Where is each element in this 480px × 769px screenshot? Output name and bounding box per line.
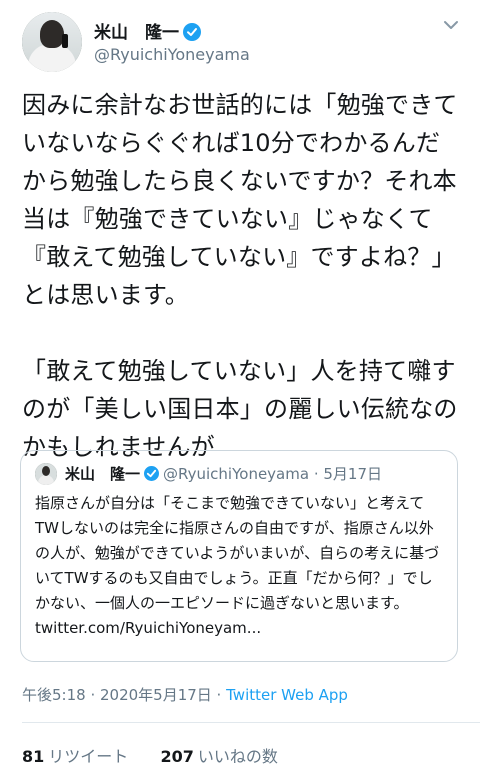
likes-count: 207 xyxy=(160,747,194,766)
tweet-timestamp: 午後5:18 · 2020年5月17日 · Twitter Web App xyxy=(22,684,348,705)
verified-badge-icon xyxy=(183,23,201,41)
author-name[interactable]: 米山 隆一 xyxy=(94,18,201,43)
verified-badge-icon xyxy=(144,466,160,481)
tweet-text: 因みに余計なお世話的には「勉強できていないならぐぐれば10分でわかるんだから勉強… xyxy=(22,86,462,466)
chevron-down-icon[interactable] xyxy=(442,16,460,34)
quoted-separator: · xyxy=(313,465,319,483)
engagement-stats: 81 リツイート 207 いいねの数 xyxy=(22,743,278,767)
likes-label: いいねの数 xyxy=(197,747,278,766)
quoted-date: 5月17日 xyxy=(323,465,383,483)
quoted-tweet-header: 米山 隆一 @RyuichiYoneyama · 5月17日 xyxy=(65,463,382,484)
quoted-body: 指原さんが自分は「そこまで勉強できていない」と考えてTWしないのは完全に指原さん… xyxy=(35,494,440,612)
likes-stat[interactable]: 207 いいねの数 xyxy=(160,747,277,766)
quoted-tweet-text: 指原さんが自分は「そこまで勉強できていない」と考えてTWしないのは完全に指原さん… xyxy=(35,491,445,641)
retweets-label: リツイート xyxy=(48,747,129,766)
quoted-tweet[interactable]: 米山 隆一 @RyuichiYoneyama · 5月17日 指原さんが自分は「そ… xyxy=(20,450,458,662)
retweets-count: 81 xyxy=(22,747,45,766)
source-app-link[interactable]: Twitter Web App xyxy=(226,686,348,704)
quoted-link[interactable]: twitter.com/RyuichiYoneyam... xyxy=(35,616,445,641)
tweet-header: 米山 隆一 @RyuichiYoneyama xyxy=(22,12,462,76)
timestamp-text[interactable]: 午後5:18 · 2020年5月17日 · xyxy=(22,686,221,704)
tweet-paragraph: 因みに余計なお世話的には「勉強できていないならぐぐれば10分でわかるんだから勉強… xyxy=(22,91,458,309)
quoted-author-avatar xyxy=(35,463,57,485)
divider xyxy=(22,722,480,723)
retweets-stat[interactable]: 81 リツイート xyxy=(22,747,128,766)
author-handle[interactable]: @RyuichiYoneyama xyxy=(94,45,250,64)
quoted-author-name: 米山 隆一 xyxy=(65,465,141,483)
author-avatar[interactable] xyxy=(22,12,82,72)
tweet-paragraph: 「敢えて勉強していない」人を持て囃すのが「美しい国日本」の麗しい伝統なのかもしれ… xyxy=(22,357,458,461)
quoted-author-handle: @RyuichiYoneyama xyxy=(163,465,310,483)
author-name-text[interactable]: 米山 隆一 xyxy=(94,23,179,43)
